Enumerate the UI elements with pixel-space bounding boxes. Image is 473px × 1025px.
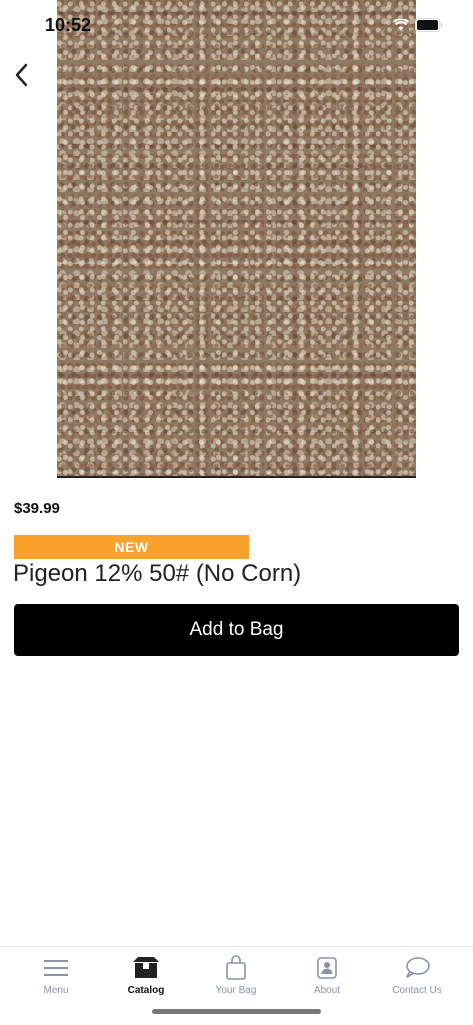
tab-contact-us[interactable]: Contact Us — [370, 955, 464, 1005]
tab-label: Menu — [43, 985, 69, 996]
product-image — [57, 0, 416, 478]
tab-your-bag[interactable]: Your Bag — [189, 955, 283, 1005]
tab-catalog[interactable]: Catalog — [99, 955, 193, 1005]
wifi-icon — [393, 19, 409, 30]
tab-label: Your Bag — [215, 985, 257, 996]
add-to-bag-button[interactable]: Add to Bag — [14, 604, 459, 656]
chat-icon — [406, 957, 430, 978]
chevron-left-icon — [15, 63, 28, 87]
back-button[interactable] — [6, 60, 36, 90]
status-icons — [393, 18, 443, 32]
tab-label: Catalog — [127, 985, 165, 996]
battery-icon — [415, 18, 443, 32]
tab-menu[interactable]: Menu — [9, 955, 103, 1005]
tab-label: About — [313, 985, 341, 996]
tab-label: Contact Us — [392, 985, 442, 996]
status-time: 10:52 — [45, 15, 92, 35]
status-bar: 10:52 — [0, 0, 473, 50]
home-indicator — [152, 1009, 321, 1014]
product-title: Pigeon 12% 50# (No Corn) — [13, 560, 302, 587]
bag-icon — [226, 955, 246, 980]
catalog-icon — [133, 957, 159, 978]
new-badge: NEW — [14, 535, 249, 559]
product-price: $39.99 — [14, 500, 60, 517]
about-icon — [317, 957, 337, 979]
menu-icon — [44, 960, 68, 976]
tab-about[interactable]: About — [280, 955, 374, 1005]
